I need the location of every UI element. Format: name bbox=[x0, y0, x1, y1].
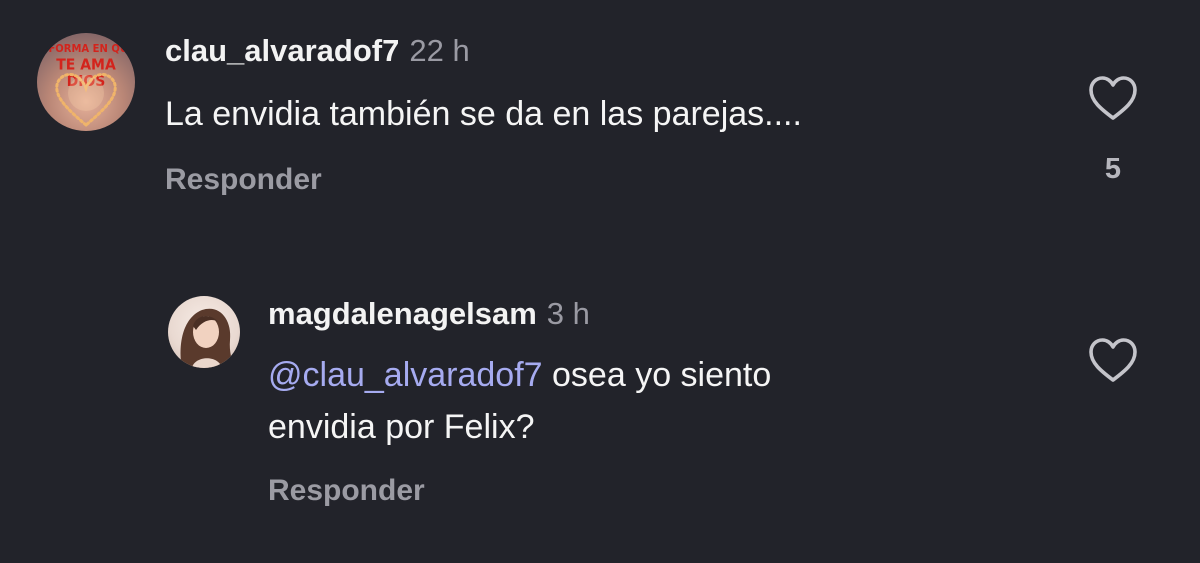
comment-text-line1: osea yo siento bbox=[542, 356, 772, 394]
heart-outline-icon[interactable] bbox=[1087, 74, 1139, 122]
profile-photo-icon bbox=[180, 308, 234, 368]
comment-timestamp: 3 h bbox=[546, 296, 590, 331]
user-mention-link[interactable]: @clau_alvaradof7 bbox=[268, 356, 543, 394]
comment-text: La envidia también se da en las parejas.… bbox=[165, 95, 802, 133]
reply-button[interactable]: Responder bbox=[268, 474, 425, 508]
heart-lights-icon bbox=[55, 73, 117, 127]
comment-username[interactable]: clau_alvaradof7 22 h bbox=[165, 33, 470, 69]
heart-outline-icon[interactable] bbox=[1087, 336, 1139, 384]
comment: A FORMA EN QUE TE AMA DIOS clau_alvarado… bbox=[0, 0, 1200, 230]
comment-username[interactable]: magdalenagelsam 3 h bbox=[268, 296, 590, 332]
like-count: 5 bbox=[1104, 153, 1122, 185]
comment-timestamp: 22 h bbox=[409, 33, 470, 68]
reply-button[interactable]: Responder bbox=[165, 163, 322, 197]
comment-text: @clau_alvaradof7 osea yo siento envidia … bbox=[268, 349, 771, 453]
comment-text-line2: envidia por Felix? bbox=[268, 408, 535, 446]
avatar[interactable] bbox=[168, 296, 240, 368]
avatar[interactable]: A FORMA EN QUE TE AMA DIOS bbox=[37, 33, 135, 131]
